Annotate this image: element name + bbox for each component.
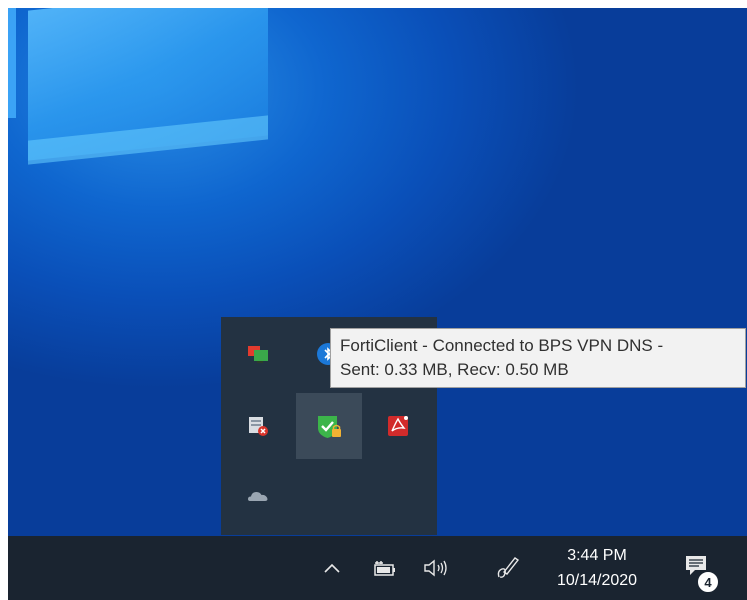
forticlient-icon <box>318 416 341 438</box>
tray-item-adobe-acrobat[interactable] <box>365 393 431 459</box>
battery-icon <box>374 561 395 576</box>
volume-button[interactable] <box>420 554 454 582</box>
pen-workspace-button[interactable] <box>490 554 524 582</box>
onedrive-icon <box>248 492 268 501</box>
pen-icon <box>497 557 520 578</box>
tray-item-task-scheduler[interactable] <box>225 393 291 459</box>
task-scheduler-icon <box>249 417 268 436</box>
remote-desktop-icon <box>248 346 268 363</box>
forticlient-tooltip: FortiClient - Connected to BPS VPN DNS -… <box>330 328 746 388</box>
tooltip-line-traffic: Sent: 0.33 MB, Recv: 0.50 MB <box>340 360 569 379</box>
adobe-acrobat-icon <box>388 416 408 436</box>
tray-item-onedrive[interactable] <box>225 463 291 529</box>
wallpaper-window-edge <box>8 8 16 118</box>
tooltip-line-status: FortiClient - Connected to BPS VPN DNS - <box>340 336 664 355</box>
tray-item-forticlient[interactable] <box>296 393 362 459</box>
notification-count-badge: 4 <box>696 570 720 594</box>
clock-date: 10/14/2020 <box>556 572 638 589</box>
show-hidden-icons-button[interactable] <box>318 554 346 582</box>
taskbar: 3:44 PM 10/14/2020 <box>8 536 747 600</box>
volume-icon <box>424 559 447 577</box>
clock-time: 3:44 PM <box>567 547 627 564</box>
taskbar-clock[interactable]: 3:44 PM 10/14/2020 <box>542 543 652 593</box>
chevron-up-icon <box>324 563 340 573</box>
tray-item-remote-desktop[interactable] <box>225 321 291 387</box>
battery-button[interactable] <box>368 554 400 582</box>
